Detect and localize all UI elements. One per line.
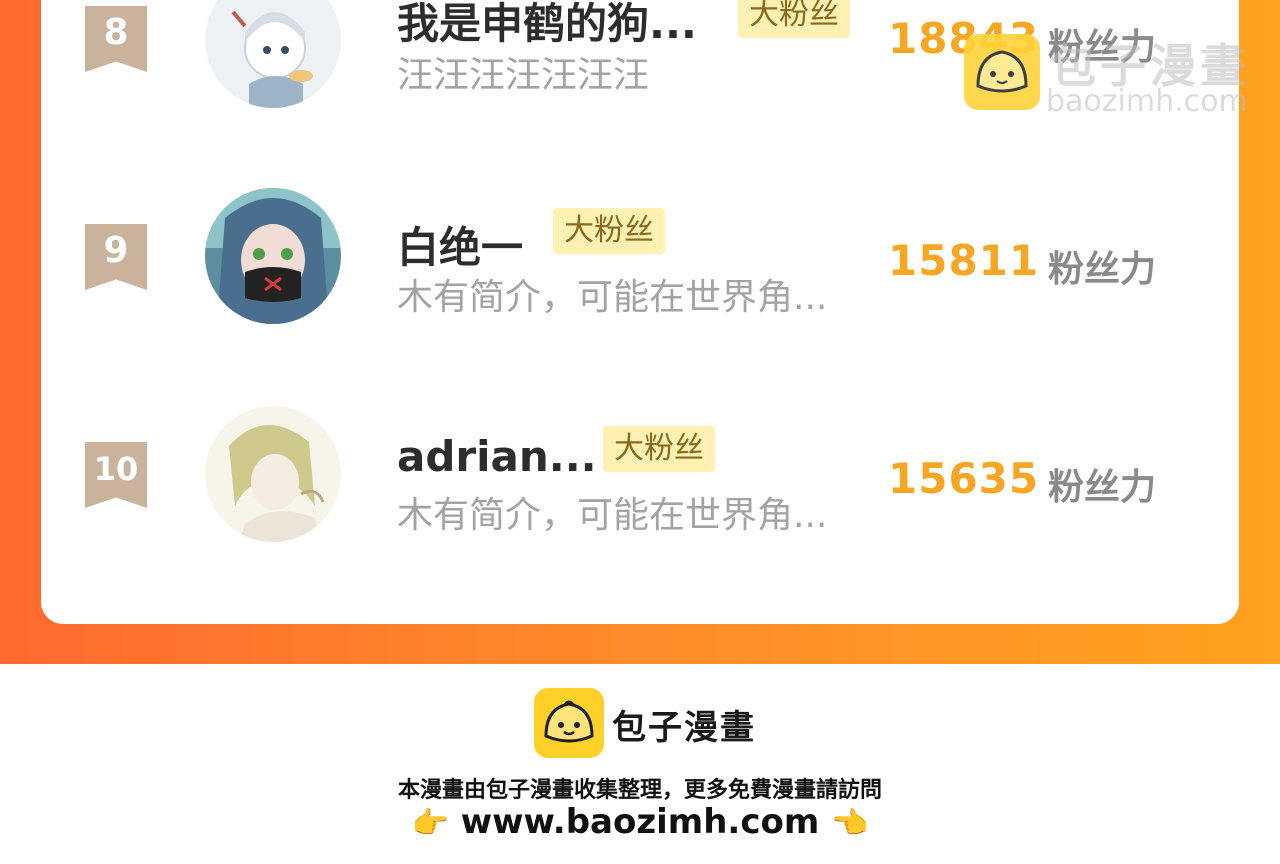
- footer-notice: 本漫畫由包子漫畫收集整理，更多免費漫畫請訪問: [397, 778, 882, 803]
- avatar[interactable]: [205, 0, 341, 108]
- avatar-image: [205, 0, 341, 108]
- user-bio: 木有简介，可能在世界角...: [397, 277, 828, 318]
- fan-level-badge: 大粉丝: [738, 0, 850, 38]
- leaderboard-row[interactable]: 9 白绝一 大粉丝 木有简介，可能在世界角... 15811 粉丝力: [41, 188, 1239, 338]
- pointing-left-hand-icon: 👈: [831, 806, 869, 841]
- footer-url-link[interactable]: www.baozimh.com: [461, 802, 820, 842]
- fan-level-badge: 大粉丝: [603, 426, 715, 472]
- fan-power-unit: 粉丝力: [1048, 467, 1157, 508]
- watermark-logo-icon: [964, 34, 1040, 110]
- user-name[interactable]: 我是申鹤的狗...: [397, 0, 697, 51]
- user-name[interactable]: adrian...: [397, 432, 597, 481]
- rank-ribbon: 9: [85, 224, 147, 290]
- leaderboard-row[interactable]: 10 adrian... 大粉丝 木有简介，可能在世界角... 15635 粉丝…: [41, 406, 1239, 556]
- rank-ribbon: 8: [85, 6, 147, 72]
- fan-power-score: 15811: [888, 236, 1040, 285]
- avatar[interactable]: [205, 406, 341, 542]
- fan-level-badge: 大粉丝: [553, 208, 665, 254]
- baozi-logo-icon: [534, 688, 604, 758]
- footer-brand-name: 包子漫畫: [612, 708, 756, 748]
- user-name[interactable]: 白绝一: [397, 214, 523, 275]
- user-bio: 木有简介，可能在世界角...: [397, 495, 828, 536]
- avatar-image: [205, 188, 341, 324]
- watermark-url: baozimh.com: [1046, 84, 1248, 119]
- rank-ribbon: 10: [85, 442, 147, 508]
- user-bio: 汪汪汪汪汪汪汪: [397, 55, 650, 96]
- avatar-image: [205, 406, 341, 542]
- footer-url-line: 👉 www.baozimh.com 👈: [0, 802, 1280, 842]
- pointing-right-hand-icon: 👉: [411, 806, 449, 841]
- fan-power-unit: 粉丝力: [1048, 249, 1157, 290]
- fan-power-score: 15635: [888, 454, 1040, 503]
- avatar[interactable]: [205, 188, 341, 324]
